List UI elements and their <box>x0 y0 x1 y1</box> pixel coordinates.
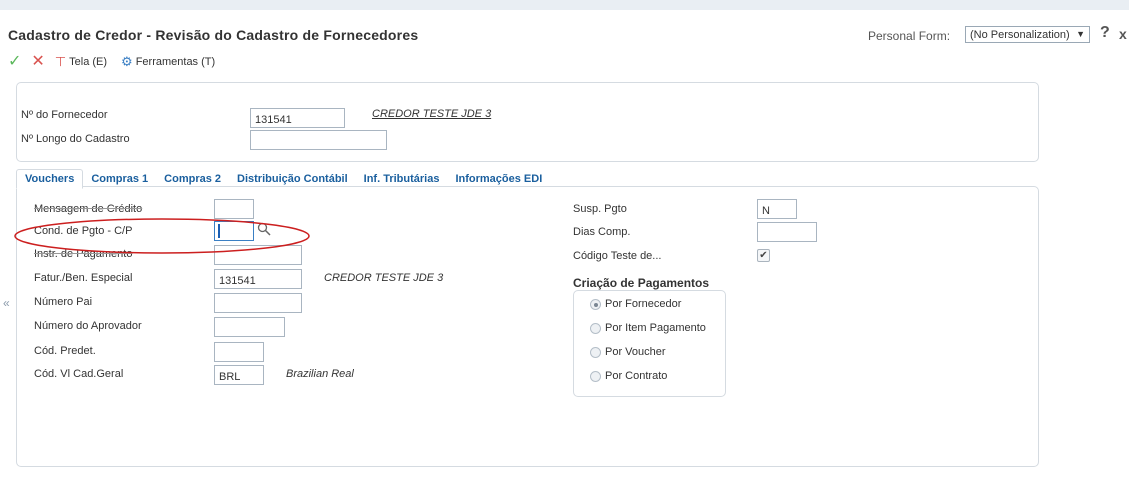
checkmark-icon[interactable]: ✓ <box>8 53 21 71</box>
personal-form-select[interactable]: (No Personalization) ▼ <box>965 26 1090 43</box>
test-code-checkbox[interactable]: ✔ <box>757 249 770 262</box>
radio-por-fornecedor[interactable]: Por Fornecedor <box>590 298 681 310</box>
collapse-icon[interactable]: « <box>3 296 10 310</box>
payment-terms-label: Cond. de Pgto - C/P <box>34 225 133 237</box>
test-code-label: Código Teste de... <box>573 250 662 262</box>
ferramentas-menu[interactable]: ⚙ Ferramentas (T) <box>121 54 215 70</box>
special-payee-label: Fatur./Ben. Especial <box>34 272 133 284</box>
close-icon[interactable]: x <box>1119 26 1127 42</box>
payment-hold-field[interactable]: N <box>757 199 797 219</box>
toolbar: ✓ ✕ ⊤ Tela (E) ⚙ Ferramentas (T) <box>8 52 229 72</box>
search-icon[interactable] <box>257 222 271 236</box>
radio-por-voucher[interactable]: Por Voucher <box>590 346 666 358</box>
radio-por-contrato[interactable]: Por Contrato <box>590 370 667 382</box>
currency-name: Brazilian Real <box>286 368 354 380</box>
help-icon[interactable]: ? <box>1100 24 1110 42</box>
vouchers-panel <box>16 186 1039 467</box>
radio-label: Por Item Pagamento <box>605 322 706 334</box>
form-icon: ⊤ <box>54 54 67 69</box>
long-number-label: Nº Longo do Cadastro <box>21 133 130 145</box>
radio-button-selected[interactable] <box>590 298 601 310</box>
approver-label: Número do Aprovador <box>34 320 142 332</box>
comp-days-field[interactable] <box>757 222 817 242</box>
tab-bar: Vouchers Compras 1 Compras 2 Distribuiçã… <box>16 168 550 189</box>
supplier-number-label: Nº do Fornecedor <box>21 109 108 121</box>
payment-terms-field[interactable] <box>214 221 254 241</box>
credit-message-field[interactable] <box>214 199 254 219</box>
default-code-field[interactable] <box>214 342 264 362</box>
parent-number-field[interactable] <box>214 293 302 313</box>
top-strip <box>0 0 1129 10</box>
payment-creation-title: Criação de Pagamentos <box>573 276 710 290</box>
payment-hold-label: Susp. Pgto <box>573 203 627 215</box>
radio-label: Por Fornecedor <box>605 298 682 310</box>
tela-label: Tela (E) <box>69 56 108 68</box>
radio-por-item-pagamento[interactable]: Por Item Pagamento <box>590 322 706 334</box>
radio-label: Por Contrato <box>605 370 668 382</box>
credit-message-label: Mensagem de Crédito <box>34 203 143 215</box>
page-title: Cadastro de Credor - Revisão do Cadastro… <box>8 27 419 43</box>
payment-instr-label: Instr. de Pagamento <box>34 248 133 260</box>
radio-label: Por Voucher <box>605 346 666 358</box>
special-payee-name: CREDOR TESTE JDE 3 <box>324 272 444 284</box>
currency-field[interactable]: BRL <box>214 365 264 385</box>
approver-field[interactable] <box>214 317 285 337</box>
personal-form-label: Personal Form: <box>868 29 951 43</box>
payment-creation-group: Por Fornecedor Por Item Pagamento Por Vo… <box>573 290 726 397</box>
supplier-number-field[interactable]: 131541 <box>250 108 345 128</box>
special-payee-field[interactable]: 131541 <box>214 269 302 289</box>
chevron-down-icon: ▼ <box>1076 29 1085 39</box>
comp-days-label: Dias Comp. <box>573 226 631 238</box>
supplier-name-link[interactable]: CREDOR TESTE JDE 3 <box>372 108 491 120</box>
tab-vouchers[interactable]: Vouchers <box>16 169 84 189</box>
header-panel <box>16 82 1039 162</box>
radio-button[interactable] <box>590 346 601 358</box>
x-icon[interactable]: ✕ <box>31 53 44 71</box>
long-number-field[interactable] <box>250 130 387 150</box>
radio-button[interactable] <box>590 370 601 382</box>
personal-form-value: (No Personalization) <box>970 29 1070 41</box>
radio-button[interactable] <box>590 322 601 334</box>
text-cursor <box>218 224 220 238</box>
parent-number-label: Número Pai <box>34 296 93 308</box>
payment-instr-field[interactable] <box>214 245 302 265</box>
tela-menu[interactable]: ⊤ Tela (E) <box>55 54 107 70</box>
default-code-label: Cód. Predet. <box>34 345 96 357</box>
gear-icon: ⚙ <box>121 54 133 69</box>
ferramentas-label: Ferramentas (T) <box>135 56 216 68</box>
currency-label: Cód. Vl Cad.Geral <box>34 368 124 380</box>
